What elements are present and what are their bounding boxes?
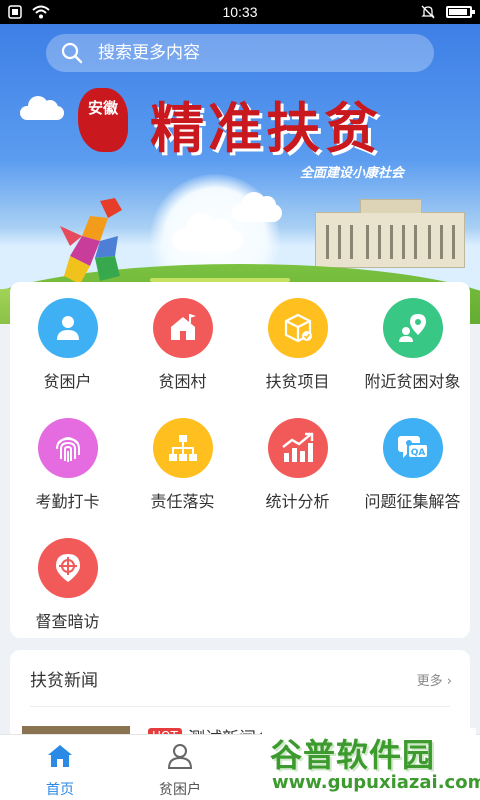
person-icon xyxy=(37,298,98,358)
qa-icon: QA xyxy=(382,418,443,478)
menu-item-label: 贫困村 xyxy=(158,372,207,391)
watermark-url: www.gupuxiazai.com xyxy=(272,772,480,793)
menu-item-poor-household[interactable]: 贫困户 xyxy=(10,298,125,392)
banner-subline: 全面建设小康社会 xyxy=(300,166,405,181)
house-flag-icon xyxy=(152,298,213,358)
cloud xyxy=(20,96,64,120)
search-icon xyxy=(61,42,83,64)
cloud xyxy=(232,192,282,222)
box-icon xyxy=(267,298,328,358)
trend-chart-icon xyxy=(267,418,328,478)
menu-item-label: 贫困户 xyxy=(43,372,92,391)
battery-icon xyxy=(446,6,475,18)
news-section-title: 扶贫新闻 xyxy=(30,671,98,691)
org-chart-icon xyxy=(152,418,213,478)
menu-item-qa[interactable]: QA 问题征集解答 xyxy=(355,418,470,512)
tab-home[interactable]: 首页 xyxy=(20,743,100,799)
watermark-text: 谷普软件园 xyxy=(270,736,436,774)
home-icon xyxy=(48,745,72,767)
menu-item-label: 督查暗访 xyxy=(35,612,100,631)
tab-label: 首页 xyxy=(46,782,74,798)
menu-item-label: 问题征集解答 xyxy=(364,492,461,511)
status-bar: 10:33 xyxy=(0,0,480,24)
news-more-link[interactable]: 更多 › xyxy=(417,670,452,689)
banner-headline: 精准扶贫 xyxy=(150,96,382,160)
fingerprint-icon xyxy=(37,418,98,478)
anhui-seal: 安徽 xyxy=(78,88,128,152)
menu-item-attendance[interactable]: 考勤打卡 xyxy=(10,418,125,512)
user-icon xyxy=(167,744,193,769)
watermark: 谷普软件园 www.gupuxiazai.com xyxy=(262,728,480,798)
menu-item-label: 附近贫困对象 xyxy=(364,372,461,391)
search-input[interactable] xyxy=(98,43,398,63)
menu-item-poor-village[interactable]: 贫困村 xyxy=(125,298,240,392)
menu-item-nearby-poor[interactable]: 附近贫困对象 xyxy=(355,298,470,392)
cloud xyxy=(172,213,242,251)
menu-item-inspection[interactable]: 督查暗访 xyxy=(10,538,125,632)
clock: 10:33 xyxy=(222,4,258,20)
svg-text:QA: QA xyxy=(410,448,425,458)
menu-item-label: 考勤打卡 xyxy=(35,492,100,511)
mosaic-figure-illustration xyxy=(60,198,122,284)
menu-item-statistics[interactable]: 统计分析 xyxy=(240,418,355,512)
function-menu-card: 贫困户 贫困村 扶贫项目 附近贫困对象 考勤打卡 责任落实 统计分析 QA 问题… xyxy=(10,282,470,638)
menu-item-label: 扶贫项目 xyxy=(265,372,330,391)
target-pin-icon xyxy=(37,538,98,598)
menu-item-responsibility[interactable]: 责任落实 xyxy=(125,418,240,512)
menu-item-label: 责任落实 xyxy=(150,492,215,511)
government-building xyxy=(315,199,465,268)
tab-poor-household[interactable]: 贫困户 xyxy=(140,743,220,799)
menu-item-label: 统计分析 xyxy=(265,492,330,511)
divider xyxy=(30,706,450,707)
location-person-icon xyxy=(382,298,443,358)
tab-label: 贫困户 xyxy=(159,782,201,798)
menu-item-poverty-project[interactable]: 扶贫项目 xyxy=(240,298,355,392)
search-bar[interactable] xyxy=(46,34,434,72)
